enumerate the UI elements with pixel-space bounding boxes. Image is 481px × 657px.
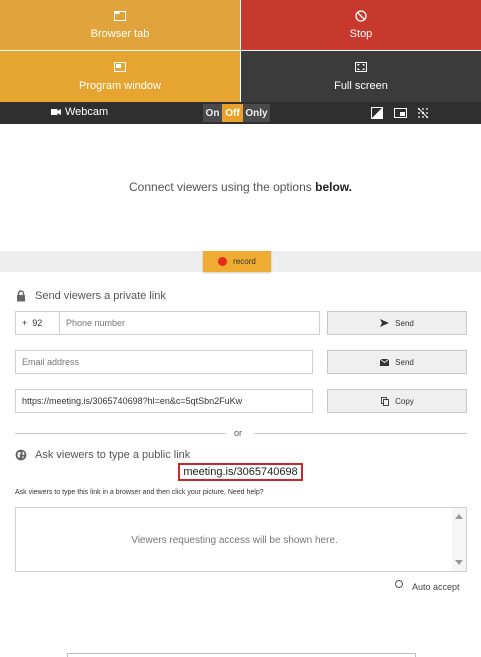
- viewer-requests-list[interactable]: Viewers requesting access will be shown …: [15, 507, 467, 572]
- browser-tab-label: Browser tab: [90, 28, 150, 40]
- brightness-contrast-icon[interactable]: [368, 105, 386, 121]
- full-screen-icon: [355, 62, 368, 73]
- send-arrow-icon: [380, 319, 390, 328]
- stop-label: Stop: [349, 28, 373, 40]
- lock-icon: [15, 290, 27, 302]
- private-link-input[interactable]: [15, 389, 313, 413]
- country-code-value: 92: [32, 318, 43, 328]
- viewer-requests-placeholder: Viewers requesting access will be shown …: [131, 535, 338, 546]
- public-link-url[interactable]: meeting.is/3065740698: [178, 463, 303, 481]
- divider-right: [254, 433, 467, 434]
- auto-accept-label: Auto accept: [412, 582, 460, 592]
- connect-instructions: Connect viewers using the options below.: [0, 180, 481, 194]
- divider-left: [15, 433, 226, 434]
- webcam-only-toggle[interactable]: Only: [243, 104, 270, 122]
- copy-icon: [380, 396, 389, 406]
- program-window-button[interactable]: Program window: [0, 51, 240, 102]
- record-label: record: [233, 257, 256, 266]
- requests-scrollbar[interactable]: [452, 508, 466, 571]
- auto-accept-option[interactable]: Auto accept: [395, 580, 460, 592]
- stop-button[interactable]: Stop: [241, 0, 481, 50]
- copy-label: Copy: [395, 396, 414, 406]
- send-sms-label: Send: [395, 318, 414, 328]
- or-separator: or: [234, 428, 243, 438]
- email-address-input[interactable]: [15, 350, 313, 374]
- program-window-icon: [114, 62, 127, 73]
- auto-accept-radio[interactable]: [395, 580, 403, 588]
- envelope-icon: [380, 358, 390, 367]
- public-link-title: Ask viewers to type a public link: [35, 449, 191, 461]
- webcam-on-toggle[interactable]: On: [203, 104, 222, 122]
- phone-number-input[interactable]: [59, 311, 320, 335]
- browser-tab-button[interactable]: Browser tab: [0, 0, 240, 50]
- blur-background-icon[interactable]: [414, 105, 432, 121]
- full-screen-button[interactable]: Full screen: [241, 51, 481, 102]
- private-link-heading: Send viewers a private link: [15, 290, 166, 302]
- full-screen-label: Full screen: [334, 79, 388, 92]
- copy-link-button[interactable]: Copy: [327, 389, 467, 413]
- record-dot-icon: [218, 257, 228, 266]
- browser-tab-icon: [114, 10, 127, 21]
- connect-emphasis: below.: [315, 180, 352, 194]
- picture-in-picture-icon[interactable]: [391, 105, 409, 121]
- program-window-label: Program window: [79, 79, 161, 92]
- send-email-label: Send: [395, 357, 414, 367]
- scroll-up-arrow-icon[interactable]: [455, 514, 463, 519]
- public-link-help-text: Ask viewers to type this link in a brows…: [15, 489, 264, 496]
- webcam-icon: [51, 109, 61, 115]
- webcam-bar: Webcam On Off Only: [0, 102, 481, 124]
- private-link-title: Send viewers a private link: [35, 290, 166, 302]
- webcam-label: Webcam: [65, 106, 109, 118]
- send-email-button[interactable]: Send: [327, 350, 467, 374]
- webcam-off-toggle[interactable]: Off: [222, 104, 243, 122]
- send-sms-button[interactable]: Send: [327, 311, 467, 335]
- record-button[interactable]: record: [203, 251, 271, 272]
- globe-icon: [15, 449, 27, 461]
- scroll-down-arrow-icon[interactable]: [455, 560, 463, 565]
- country-code-field[interactable]: + 92: [15, 311, 60, 335]
- public-link-heading: Ask viewers to type a public link: [15, 449, 190, 461]
- stop-icon: [355, 9, 368, 22]
- webcam-label-group: Webcam: [51, 106, 108, 118]
- plus-sign: +: [22, 318, 28, 328]
- bottom-panel-edge: [67, 653, 416, 657]
- connect-text: Connect viewers using the options: [129, 180, 316, 194]
